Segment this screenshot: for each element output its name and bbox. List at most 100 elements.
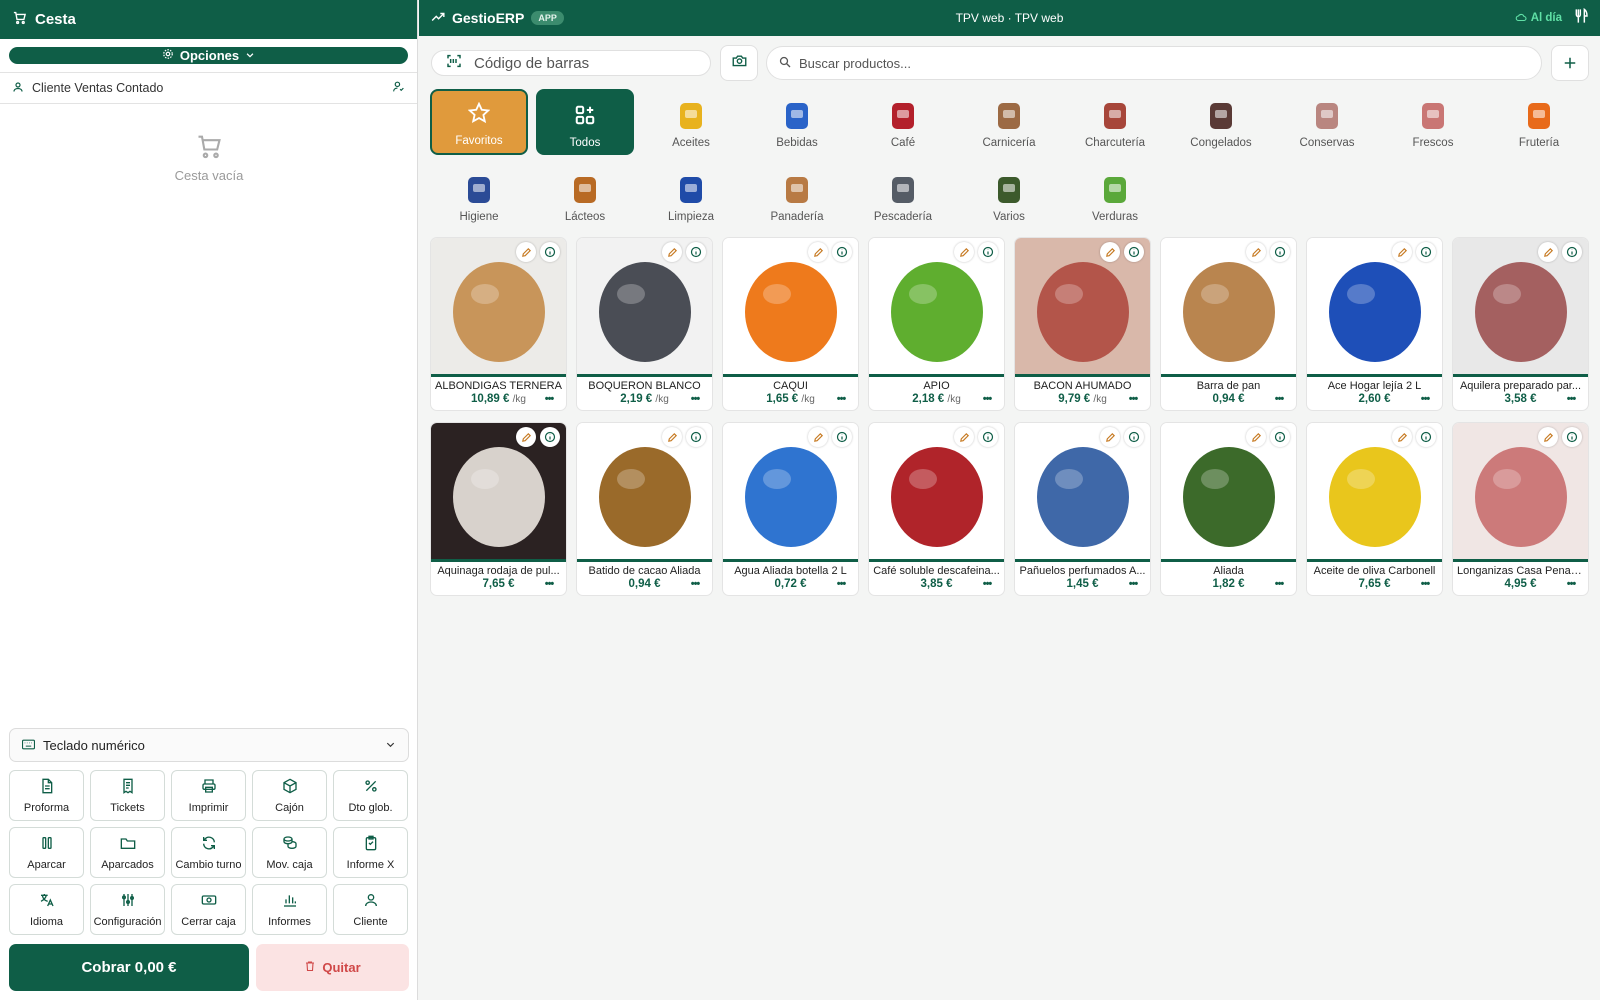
more-options-icon[interactable]: ••• <box>684 392 706 406</box>
edit-pencil-icon[interactable] <box>1392 242 1412 262</box>
edit-pencil-icon[interactable] <box>1246 427 1266 447</box>
action-banknote-button[interactable]: Cerrar caja <box>171 884 246 935</box>
category-item[interactable]: Limpieza <box>642 163 740 229</box>
options-button[interactable]: Opciones <box>9 47 408 64</box>
product-card[interactable]: CAQUI 1,65 € /kg ••• <box>722 237 859 411</box>
edit-pencil-icon[interactable] <box>1538 242 1558 262</box>
action-percent-button[interactable]: Dto glob. <box>333 770 408 821</box>
category-item[interactable]: Bebidas <box>748 89 846 155</box>
more-options-icon[interactable]: ••• <box>538 392 560 406</box>
remove-button[interactable]: Quitar <box>256 944 409 991</box>
product-card[interactable]: Agua Aliada botella 2 L 0,72 € ••• <box>722 422 859 596</box>
camera-button[interactable] <box>720 45 758 81</box>
action-translate-button[interactable]: Idioma <box>9 884 84 935</box>
category-item[interactable]: Conservas <box>1278 89 1376 155</box>
action-receipt-button[interactable]: Tickets <box>90 770 165 821</box>
action-clipboard-button[interactable]: Informe X <box>333 827 408 878</box>
category-item[interactable]: Higiene <box>430 163 528 229</box>
product-card[interactable]: APIO 2,18 € /kg ••• <box>868 237 1005 411</box>
product-card[interactable]: BOQUERON BLANCO 2,19 € /kg ••• <box>576 237 713 411</box>
more-options-icon[interactable]: ••• <box>1414 392 1436 406</box>
more-options-icon[interactable]: ••• <box>830 577 852 591</box>
more-options-icon[interactable]: ••• <box>1268 392 1290 406</box>
category-item[interactable]: Frescos <box>1384 89 1482 155</box>
category-item[interactable]: Carnicería <box>960 89 1058 155</box>
more-options-icon[interactable]: ••• <box>1560 392 1582 406</box>
info-icon[interactable] <box>1562 242 1582 262</box>
info-icon[interactable] <box>1416 242 1436 262</box>
product-card[interactable]: Ace Hogar lejía 2 L 2,60 € ••• <box>1306 237 1443 411</box>
barcode-input[interactable]: Código de barras <box>431 50 711 76</box>
edit-pencil-icon[interactable] <box>1100 427 1120 447</box>
category-item[interactable]: Panadería <box>748 163 846 229</box>
category-item[interactable]: Congelados <box>1172 89 1270 155</box>
product-card[interactable]: Aliada 1,82 € ••• <box>1160 422 1297 596</box>
more-options-icon[interactable]: ••• <box>830 392 852 406</box>
action-file-text-button[interactable]: Proforma <box>9 770 84 821</box>
more-options-icon[interactable]: ••• <box>684 577 706 591</box>
category-item[interactable]: Pescadería <box>854 163 952 229</box>
info-icon[interactable] <box>686 242 706 262</box>
add-product-button[interactable] <box>1551 45 1589 81</box>
action-box-button[interactable]: Cajón <box>252 770 327 821</box>
info-icon[interactable] <box>1270 242 1290 262</box>
edit-pencil-icon[interactable] <box>516 427 536 447</box>
info-icon[interactable] <box>1124 242 1144 262</box>
info-icon[interactable] <box>686 427 706 447</box>
product-card[interactable]: Batido de cacao Aliada 0,94 € ••• <box>576 422 713 596</box>
action-coins-button[interactable]: Mov. caja <box>252 827 327 878</box>
info-icon[interactable] <box>978 427 998 447</box>
product-card[interactable]: Aquinaga rodaja de pul... 7,65 € ••• <box>430 422 567 596</box>
info-icon[interactable] <box>540 242 560 262</box>
sync-status[interactable]: Al día <box>1515 12 1562 25</box>
edit-pencil-icon[interactable] <box>516 242 536 262</box>
product-card[interactable]: Barra de pan 0,94 € ••• <box>1160 237 1297 411</box>
info-icon[interactable] <box>1416 427 1436 447</box>
more-options-icon[interactable]: ••• <box>1268 577 1290 591</box>
edit-pencil-icon[interactable] <box>1538 427 1558 447</box>
action-folder-button[interactable]: Aparcados <box>90 827 165 878</box>
category-all[interactable]: Todos <box>536 89 634 155</box>
edit-pencil-icon[interactable] <box>662 427 682 447</box>
product-card[interactable]: Pañuelos perfumados A... 1,45 € ••• <box>1014 422 1151 596</box>
more-options-icon[interactable]: ••• <box>1122 392 1144 406</box>
edit-pencil-icon[interactable] <box>954 242 974 262</box>
category-item[interactable]: Café <box>854 89 952 155</box>
edit-pencil-icon[interactable] <box>1246 242 1266 262</box>
more-options-icon[interactable]: ••• <box>1122 577 1144 591</box>
numeric-keypad-toggle[interactable]: Teclado numérico <box>9 728 409 762</box>
edit-pencil-icon[interactable] <box>808 242 828 262</box>
product-search-input[interactable]: Buscar productos... <box>766 46 1542 80</box>
more-options-icon[interactable]: ••• <box>538 577 560 591</box>
category-fav[interactable]: Favoritos <box>430 89 528 155</box>
product-card[interactable]: Longanizas Casa Penalva 4,95 € ••• <box>1452 422 1589 596</box>
info-icon[interactable] <box>1270 427 1290 447</box>
edit-pencil-icon[interactable] <box>662 242 682 262</box>
product-card[interactable]: ALBONDIGAS TERNERA 10,89 € /kg ••• <box>430 237 567 411</box>
more-options-icon[interactable]: ••• <box>976 577 998 591</box>
restaurant-icon[interactable] <box>1574 7 1588 29</box>
change-client-icon[interactable] <box>392 80 405 96</box>
edit-pencil-icon[interactable] <box>1100 242 1120 262</box>
action-sliders-button[interactable]: Configuración <box>90 884 165 935</box>
edit-pencil-icon[interactable] <box>1392 427 1412 447</box>
client-row[interactable]: Cliente Ventas Contado <box>0 72 417 104</box>
edit-pencil-icon[interactable] <box>954 427 974 447</box>
category-item[interactable]: Varios <box>960 163 1058 229</box>
product-card[interactable]: Café soluble descafeina... 3,85 € ••• <box>868 422 1005 596</box>
action-pause-button[interactable]: Aparcar <box>9 827 84 878</box>
product-card[interactable]: Aquilera preparado par... 3,58 € ••• <box>1452 237 1589 411</box>
category-item[interactable]: Aceites <box>642 89 740 155</box>
charge-button[interactable]: Cobrar 0,00 € <box>9 944 249 991</box>
more-options-icon[interactable]: ••• <box>1560 577 1582 591</box>
more-options-icon[interactable]: ••• <box>1414 577 1436 591</box>
action-printer-button[interactable]: Imprimir <box>171 770 246 821</box>
info-icon[interactable] <box>540 427 560 447</box>
edit-pencil-icon[interactable] <box>808 427 828 447</box>
info-icon[interactable] <box>832 427 852 447</box>
category-item[interactable]: Frutería <box>1490 89 1588 155</box>
brand[interactable]: GestioERP APP <box>431 10 564 26</box>
info-icon[interactable] <box>978 242 998 262</box>
info-icon[interactable] <box>1124 427 1144 447</box>
category-item[interactable]: Charcutería <box>1066 89 1164 155</box>
